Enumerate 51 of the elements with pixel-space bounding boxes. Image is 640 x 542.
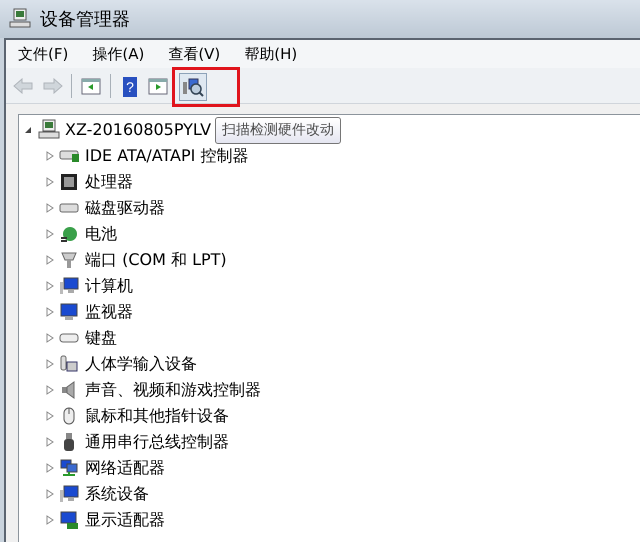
- expand-arrow-icon[interactable]: [45, 177, 55, 187]
- expand-arrow-icon[interactable]: [45, 437, 55, 447]
- expand-arrow-icon[interactable]: [45, 359, 55, 369]
- expand-arrow-icon[interactable]: [45, 255, 55, 265]
- toolbar-button[interactable]: [179, 72, 207, 100]
- expand-arrow-icon[interactable]: [45, 463, 55, 473]
- tree-item[interactable]: 端口 (COM 和 LPT): [85, 248, 227, 272]
- tree-item[interactable]: IDE ATA/ATAPI 控制器: [85, 144, 248, 168]
- expand-arrow-icon[interactable]: [45, 151, 55, 161]
- computer-icon: [59, 484, 79, 504]
- expand-arrow-icon[interactable]: [45, 203, 55, 213]
- tree-item[interactable]: XZ-20160805PYLV: [65, 118, 212, 142]
- display-adapter-icon: [59, 510, 79, 530]
- menu-item[interactable]: 帮助(H): [232, 40, 310, 68]
- chip-icon: [59, 172, 79, 192]
- expand-arrow-icon[interactable]: [45, 489, 55, 499]
- expand-arrow-icon[interactable]: [45, 307, 55, 317]
- tooltip: 扫描检测硬件改动: [215, 117, 341, 144]
- tree-item[interactable]: 磁盘驱动器: [85, 196, 165, 220]
- port-icon: [59, 250, 79, 270]
- tree-item[interactable]: 声音、视频和游戏控制器: [85, 378, 261, 402]
- tree-item[interactable]: 计算机: [85, 274, 133, 298]
- tree-item[interactable]: 显示适配器: [85, 508, 165, 532]
- expand-arrow-icon[interactable]: [45, 333, 55, 343]
- expand-arrow-icon[interactable]: [45, 515, 55, 525]
- expand-arrow-icon[interactable]: [45, 411, 55, 421]
- window-title: 设备管理器: [40, 8, 130, 32]
- expand-arrow-icon[interactable]: [45, 281, 55, 291]
- tree-item[interactable]: 处理器: [85, 170, 133, 194]
- tree-item[interactable]: 通用串行总线控制器: [85, 430, 229, 454]
- computer-icon: [37, 119, 61, 141]
- menu-item[interactable]: 查看(V): [156, 40, 232, 68]
- menu-item[interactable]: 文件(F): [6, 40, 80, 68]
- scan-icon: [181, 76, 205, 98]
- menu-item[interactable]: 操作(A): [80, 40, 156, 68]
- keyboard-icon: [59, 333, 79, 343]
- drive-icon: [59, 150, 79, 162]
- computer-icon: [59, 276, 79, 296]
- tree-item[interactable]: 键盘: [85, 326, 117, 350]
- tree-item[interactable]: 网络适配器: [85, 456, 165, 480]
- network-icon: [59, 458, 79, 478]
- expand-arrow-icon[interactable]: [45, 385, 55, 395]
- tree-item[interactable]: 系统设备: [85, 482, 149, 506]
- collapse-arrow-icon[interactable]: [23, 125, 33, 135]
- tree-item[interactable]: 监视器: [85, 300, 133, 324]
- tree-item[interactable]: 电池: [85, 222, 117, 246]
- tree-item[interactable]: 人体学输入设备: [85, 352, 197, 376]
- tree-item[interactable]: 鼠标和其他指针设备: [85, 404, 229, 428]
- monitor-icon: [59, 302, 79, 322]
- drive-icon: [59, 203, 79, 213]
- expand-arrow-icon[interactable]: [45, 229, 55, 239]
